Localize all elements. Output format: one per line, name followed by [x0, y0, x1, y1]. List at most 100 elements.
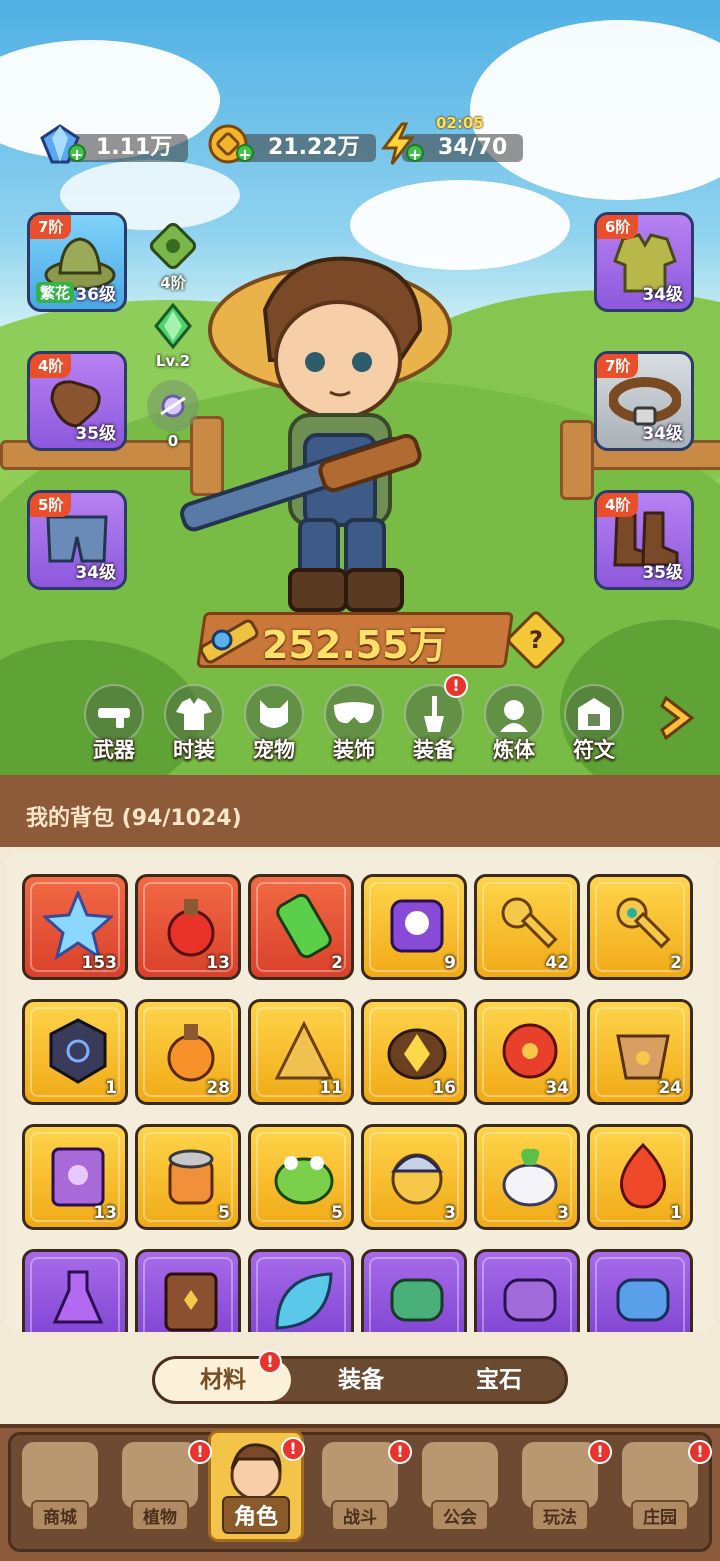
tab-equipment[interactable]: 装备 [293, 1359, 429, 1401]
bag-item[interactable]: 2 [587, 874, 693, 980]
item-count: 3 [557, 1203, 569, 1223]
equip-tier: 5阶 [30, 493, 72, 517]
bag-item[interactable]: 13 [135, 874, 241, 980]
add-energy-button[interactable]: + [406, 144, 424, 164]
nav-shop[interactable]: 商城 [12, 1436, 108, 1542]
crystal-star-icon [43, 891, 113, 961]
green-frog-icon [274, 1156, 334, 1205]
bag-item[interactable]: 5 [135, 1124, 241, 1230]
bag-item[interactable]: 24 [587, 999, 693, 1105]
equip-tier: 7阶 [30, 215, 72, 239]
equip-level: 35级 [642, 563, 683, 583]
equip-level: 34级 [642, 424, 683, 444]
flower-pot-icon [616, 1034, 670, 1080]
func-fashion[interactable]: 时装 [162, 684, 226, 764]
bag-item[interactable]: 34 [474, 999, 580, 1105]
alert-badge: ! [281, 1437, 305, 1461]
item-count: 5 [218, 1203, 230, 1223]
bag-item[interactable] [474, 1249, 580, 1332]
red-potion-icon [167, 899, 215, 957]
bag-item[interactable] [248, 1249, 354, 1332]
equip-slot-gloves[interactable]: 4阶 35级 [27, 351, 127, 451]
green-scroll-icon [390, 1278, 444, 1322]
brown-book-icon [164, 1272, 218, 1332]
equip-level: 34级 [642, 285, 683, 305]
gold-ore-icon [387, 1028, 447, 1080]
gem-level-button[interactable]: Lv.2 [145, 300, 201, 370]
energy-counter[interactable]: + 34/70 [376, 122, 536, 165]
bag-item[interactable] [22, 1249, 128, 1332]
nav-battle[interactable]: 战斗! [312, 1436, 412, 1542]
equip-slot-boots[interactable]: 4阶 35级 [594, 490, 694, 590]
equip-slot-armor[interactable]: 6阶 34级 [594, 212, 694, 312]
nav-guild[interactable]: 公会 [412, 1436, 508, 1542]
equip-slot-belt[interactable]: 7阶 34级 [594, 351, 694, 451]
bag-item[interactable]: 42 [474, 874, 580, 980]
func-label: 装饰 [333, 738, 375, 762]
equip-tier: 4阶 [30, 354, 72, 378]
bag-item[interactable]: 3 [361, 1124, 467, 1230]
nav-label: 战斗 [331, 1500, 389, 1531]
bag-grid[interactable]: 153 13 2 9 42 2 1 28 11 16 34 24 13 5 5 3 3 1 [6, 852, 714, 1332]
bag-item[interactable]: 2 [248, 874, 354, 980]
bag-item[interactable]: 28 [135, 999, 241, 1105]
chevron-right-icon[interactable] [658, 694, 698, 742]
func-refine[interactable]: 炼体 [482, 684, 546, 764]
bag-item[interactable]: 13 [22, 1124, 128, 1230]
func-pet[interactable]: 宠物 [242, 684, 306, 764]
gameplay-icon [522, 1442, 598, 1508]
alert-badge: ! [188, 1440, 212, 1464]
item-count: 34 [545, 1078, 569, 1098]
bag-item[interactable] [361, 1249, 467, 1332]
alert-badge: ! [444, 674, 468, 698]
pet-tier-button[interactable]: 4阶 [145, 220, 201, 293]
func-decoration[interactable]: 装饰 [322, 684, 386, 764]
nav-character[interactable]: 角色! [208, 1430, 305, 1542]
pet-badge-icon [150, 223, 196, 269]
nav-label: 植物 [131, 1500, 189, 1531]
item-count: 153 [81, 953, 118, 973]
nav-manor[interactable]: 庄园! [612, 1436, 712, 1542]
func-equipment[interactable]: 装备 ! [402, 674, 468, 764]
mask-icon [334, 702, 374, 724]
tab-alert-badge: ! [258, 1350, 282, 1374]
nav-label: 庄园 [631, 1500, 689, 1531]
weapon-icon [98, 708, 130, 728]
equip-slot-hat[interactable]: 7阶 繁花 36级 [27, 212, 127, 312]
bag-item[interactable]: 9 [361, 874, 467, 980]
nav-label: 公会 [431, 1500, 489, 1531]
battle-icon [322, 1442, 398, 1508]
add-coins-button[interactable]: + [236, 144, 254, 164]
coins-counter[interactable]: + 21.22万 [206, 124, 376, 164]
add-gems-button[interactable]: + [68, 144, 86, 164]
bag-item[interactable]: 16 [361, 999, 467, 1105]
func-rune[interactable]: 符文 [562, 684, 626, 764]
item-count: 1 [670, 1203, 682, 1223]
nav-gameplay[interactable]: 玩法! [512, 1436, 612, 1542]
bag-item[interactable]: 5 [248, 1124, 354, 1230]
bag-item[interactable]: 1 [587, 1124, 693, 1230]
equip-set-tag: 繁花 [36, 282, 75, 303]
equip-level: 35级 [75, 424, 116, 444]
emerald-key-icon [616, 897, 671, 949]
plant-icon [122, 1442, 198, 1508]
func-weapon[interactable]: 武器 [82, 684, 146, 764]
equip-slot-pants[interactable]: 5阶 34级 [27, 490, 127, 590]
bag-item[interactable]: 3 [474, 1124, 580, 1230]
bag-item[interactable]: 11 [248, 999, 354, 1105]
rune-count-button[interactable]: 0 [145, 380, 201, 450]
bag-item[interactable] [135, 1249, 241, 1332]
item-count: 42 [545, 953, 569, 973]
item-count: 3 [444, 1203, 456, 1223]
tab-gems[interactable]: 宝石 [431, 1359, 567, 1401]
gems-counter[interactable]: + 1.11万 [38, 124, 198, 164]
nav-label: 商城 [31, 1500, 89, 1531]
bag-item[interactable]: 1 [22, 999, 128, 1105]
hero-character[interactable] [170, 240, 500, 620]
func-label: 炼体 [493, 738, 535, 762]
nav-plants[interactable]: 植物! [112, 1436, 212, 1542]
func-label: 符文 [573, 738, 615, 762]
bag-item[interactable]: 153 [22, 874, 128, 980]
bag-item[interactable] [587, 1249, 693, 1332]
power-gun-icon [199, 619, 259, 664]
